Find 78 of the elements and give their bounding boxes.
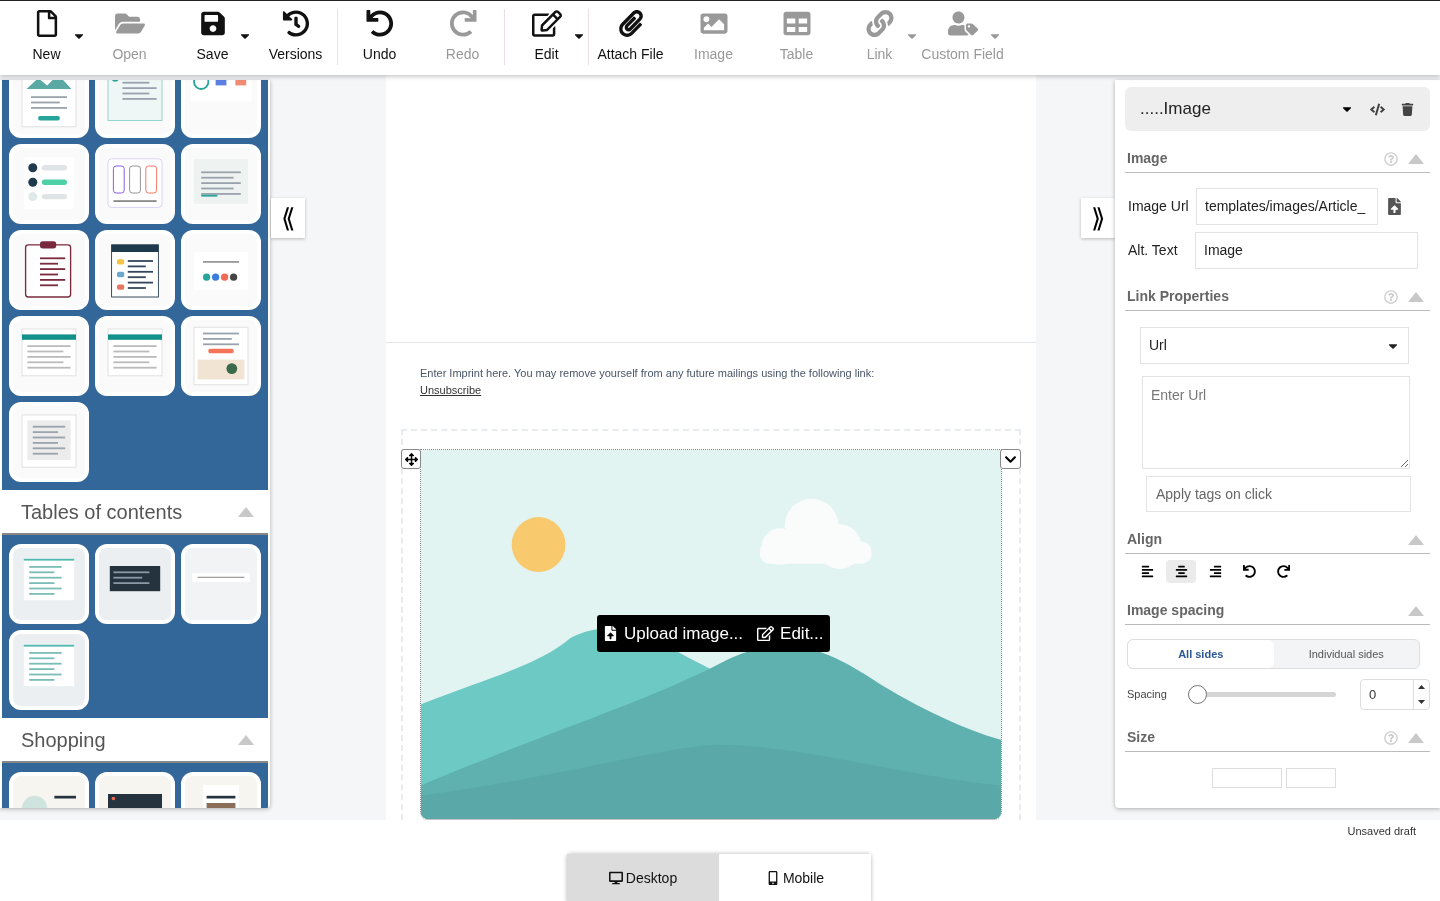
history-icon: [280, 10, 311, 37]
collapse-panel-button[interactable]: ⟪: [271, 198, 305, 238]
step-up-icon[interactable]: [1418, 685, 1425, 690]
template-thumbnail[interactable]: [181, 230, 261, 310]
spacing-tab[interactable]: Individual sides: [1273, 640, 1419, 668]
height-field[interactable]: [1286, 768, 1336, 788]
imprint-text: Enter Imprint here. You may remove yourself from any future mailings using the following link:: [420, 366, 876, 381]
template-thumbnail[interactable]: [9, 316, 89, 396]
template-thumbnail[interactable]: [95, 230, 175, 310]
slider-thumb[interactable]: [1188, 685, 1208, 704]
template-thumbnail[interactable]: [95, 144, 175, 224]
section-title: Link Properties: [1127, 287, 1229, 306]
template-thumbnail[interactable]: [9, 402, 89, 482]
expand-panel-button[interactable]: ⟫: [1081, 198, 1115, 238]
field-label: Spacing: [1127, 687, 1168, 703]
code-icon[interactable]: [1370, 101, 1385, 117]
link-icon: [864, 10, 895, 37]
file-upload-icon: [603, 626, 618, 641]
toolbar-button[interactable]: New: [5, 9, 88, 65]
device-tab[interactable]: Mobile: [719, 854, 871, 901]
spacing-field[interactable]: 0: [1360, 679, 1430, 710]
table-icon: [781, 10, 812, 37]
field-label: Image Url: [1128, 197, 1190, 216]
edit-button[interactable]: Edit...: [757, 620, 824, 647]
section-title: Align: [1127, 530, 1162, 549]
template-thumbnail[interactable]: [9, 230, 89, 310]
upload-image-button[interactable]: Upload image...: [603, 620, 744, 647]
move-handle[interactable]: [401, 449, 421, 469]
link-type-select[interactable]: Url: [1140, 327, 1409, 364]
step-down-icon[interactable]: [1418, 699, 1425, 704]
section-title: Tables of contents: [21, 499, 183, 525]
toolbar-button[interactable]: Undo: [338, 9, 421, 65]
template-thumbnail[interactable]: [95, 80, 175, 138]
block-menu-handle[interactable]: [1000, 449, 1021, 469]
section-title: Size: [1127, 728, 1155, 747]
toolbar-button[interactable]: Edit: [505, 9, 588, 65]
monitor-icon: [608, 871, 623, 885]
image-url-field[interactable]: templates/images/Article_: [1196, 188, 1378, 225]
align-center-icon: [1174, 565, 1188, 578]
spacing-slider[interactable]: [1188, 684, 1336, 705]
trash-icon[interactable]: [1401, 102, 1414, 116]
template-thumbnail[interactable]: [181, 544, 261, 624]
align-right-icon: [1208, 565, 1222, 578]
align-left-icon: [1140, 565, 1154, 578]
width-field[interactable]: [1212, 768, 1282, 788]
field-label: Alt. Text: [1128, 241, 1179, 260]
template-thumbnail[interactable]: [95, 316, 175, 396]
template-thumbnail[interactable]: [9, 144, 89, 224]
undo-icon: [364, 10, 395, 37]
section-title: Image: [1127, 149, 1168, 168]
align-button[interactable]: [1166, 560, 1196, 583]
element-selector[interactable]: .....Image: [1125, 87, 1430, 131]
save-status: Unsaved draft: [1347, 824, 1416, 839]
undo-icon: [1242, 565, 1256, 578]
section-title: Image spacing: [1127, 601, 1225, 620]
template-thumbnail[interactable]: [181, 80, 261, 138]
template-thumbnail[interactable]: [9, 630, 89, 710]
template-thumbnail[interactable]: [9, 544, 89, 624]
redo-icon: [447, 10, 478, 37]
url-textarea[interactable]: Enter Url: [1142, 376, 1410, 469]
toolbar-button[interactable]: Versions: [254, 9, 337, 65]
toolbar-button[interactable]: Save: [171, 9, 254, 65]
image-icon: [698, 10, 729, 37]
edit-icon: [757, 625, 775, 642]
unsubscribe-link[interactable]: Unsubscribe: [420, 384, 482, 396]
template-thumbnail[interactable]: [9, 80, 89, 138]
template-thumbnail[interactable]: [181, 144, 261, 224]
user-tag-icon: [947, 10, 978, 37]
redo-icon: [1276, 565, 1290, 578]
device-tab[interactable]: Desktop: [567, 854, 719, 901]
template-thumbnail[interactable]: [95, 544, 175, 624]
file-upload-icon[interactable]: [1386, 198, 1403, 215]
section-title: Shopping: [21, 727, 106, 753]
spacing-tab[interactable]: All sides: [1128, 640, 1274, 668]
tags-field[interactable]: Apply tags on click: [1146, 476, 1411, 512]
toolbar-button[interactable]: Attach File: [589, 9, 672, 65]
alt-text-field[interactable]: Image: [1195, 232, 1418, 269]
template-thumbnail[interactable]: [181, 316, 261, 396]
